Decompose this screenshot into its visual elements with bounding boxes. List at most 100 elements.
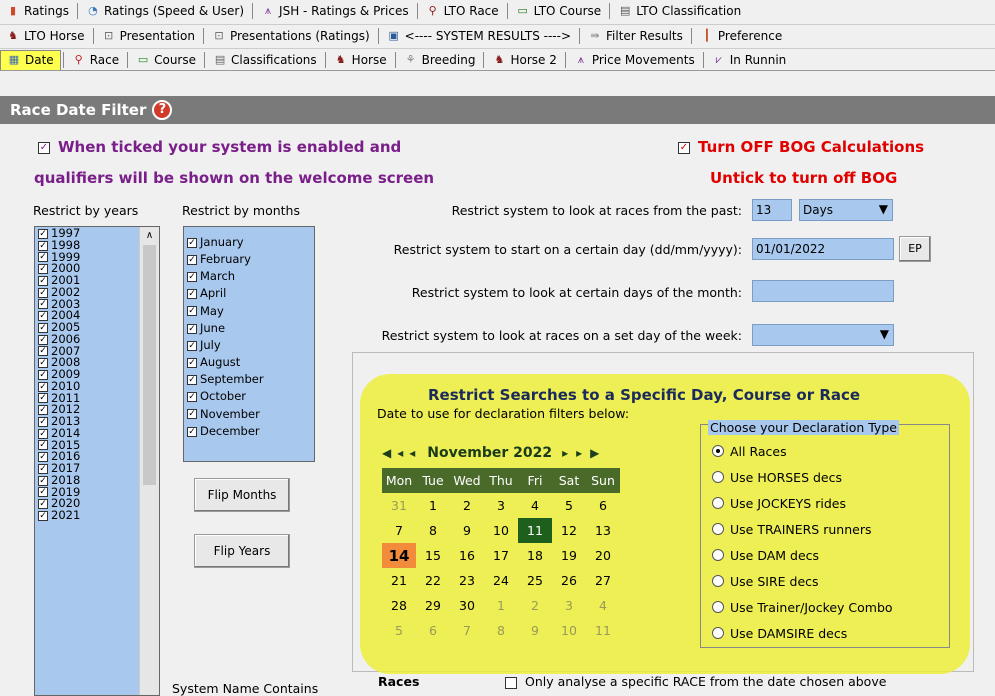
prev-week-icon[interactable]: ◂ <box>409 446 415 460</box>
year-check[interactable]: ✓ <box>38 428 48 439</box>
years-scrollbar[interactable]: ∧ <box>139 227 159 695</box>
help-icon[interactable]: ? <box>152 100 173 120</box>
chevron-down-icon[interactable]: ▼ <box>880 327 889 341</box>
tab-system-results[interactable]: ▣ <---- SYSTEM RESULTS ----> <box>381 26 577 46</box>
tab-presentations-ratings[interactable]: ⊡ Presentations (Ratings) <box>206 26 376 46</box>
decl-option[interactable]: Use Trainer/Jockey Combo <box>712 594 893 620</box>
month-item[interactable]: ✓ January <box>184 234 314 251</box>
calendar-day[interactable]: 9 <box>450 518 484 543</box>
year-check[interactable]: ✓ <box>38 440 48 451</box>
calendar-day[interactable]: 26 <box>552 568 586 593</box>
year-check[interactable]: ✓ <box>38 452 48 463</box>
flip-years-button[interactable]: Flip Years <box>194 534 290 568</box>
calendar-day[interactable]: 23 <box>450 568 484 593</box>
calendar-day[interactable]: 14 <box>382 543 416 568</box>
system-enabled-check[interactable]: ✓ <box>38 141 50 154</box>
decl-option[interactable]: Use DAMSIRE decs <box>712 620 893 646</box>
calendar-day[interactable]: 3 <box>484 493 518 518</box>
calendar-day[interactable]: 3 <box>552 593 586 618</box>
year-check[interactable]: ✓ <box>38 369 48 380</box>
next-month-icon[interactable]: ▸ <box>576 446 582 460</box>
scroll-thumb[interactable] <box>143 245 156 485</box>
tab-price-movements[interactable]: ⩚ Price Movements <box>568 50 701 70</box>
bog-checkbox[interactable]: ✓ Turn OFF BOG Calculations <box>678 138 924 156</box>
month-check[interactable]: ✓ <box>187 237 197 248</box>
calendar-day[interactable]: 4 <box>586 593 620 618</box>
month-item[interactable]: ✓ July <box>184 337 314 354</box>
radio-button[interactable] <box>712 497 724 509</box>
calendar-day[interactable]: 1 <box>484 593 518 618</box>
radio-button[interactable] <box>712 523 724 535</box>
year-check[interactable]: ✓ <box>38 334 48 345</box>
radio-button[interactable] <box>712 471 724 483</box>
past-days-input[interactable]: 13 <box>752 199 792 221</box>
calendar-day[interactable]: 8 <box>416 518 450 543</box>
month-check[interactable]: ✓ <box>187 375 197 386</box>
calendar-day[interactable]: 7 <box>382 518 416 543</box>
month-check[interactable]: ✓ <box>187 323 197 334</box>
year-check[interactable]: ✓ <box>38 228 48 239</box>
tab-lto-classification[interactable]: ▤ LTO Classification <box>612 1 747 21</box>
tab-jsh-ratings-prices[interactable]: ⩚ JSH - Ratings & Prices <box>255 1 415 21</box>
only-race-checkbox[interactable]: Only analyse a specific RACE from the da… <box>505 674 886 689</box>
month-check[interactable]: ✓ <box>187 340 197 351</box>
year-check[interactable]: ✓ <box>38 510 48 521</box>
past-unit-select[interactable]: Days ▼ <box>799 199 893 221</box>
scroll-up-icon[interactable]: ∧ <box>140 230 159 241</box>
calendar-day[interactable]: 11 <box>518 518 552 543</box>
decl-option[interactable]: Use JOCKEYS rides <box>712 490 893 516</box>
decl-option[interactable]: Use TRAINERS runners <box>712 516 893 542</box>
calendar-day[interactable]: 28 <box>382 593 416 618</box>
year-check[interactable]: ✓ <box>38 358 48 369</box>
decl-option[interactable]: Use DAM decs <box>712 542 893 568</box>
calendar-day[interactable]: 27 <box>586 568 620 593</box>
decl-option[interactable]: All Races <box>712 438 893 464</box>
year-check[interactable]: ✓ <box>38 322 48 333</box>
month-item[interactable]: ✓ September <box>184 372 314 389</box>
flip-months-button[interactable]: Flip Months <box>194 478 290 512</box>
calendar-day[interactable]: 5 <box>382 618 416 643</box>
days-of-month-input[interactable] <box>752 280 894 302</box>
chevron-down-icon[interactable]: ▼ <box>879 202 888 216</box>
month-item[interactable]: ✓ June <box>184 320 314 337</box>
month-item[interactable]: ✓ October <box>184 389 314 406</box>
year-check[interactable]: ✓ <box>38 475 48 486</box>
year-check[interactable]: ✓ <box>38 487 48 498</box>
day-of-week-select[interactable]: ▼ <box>752 324 894 346</box>
radio-button[interactable] <box>712 601 724 613</box>
tab-lto-horse[interactable]: ♞ LTO Horse <box>0 26 91 46</box>
tab-ratings-speed-user[interactable]: ◔ Ratings (Speed & User) <box>80 1 250 21</box>
year-check[interactable]: ✓ <box>38 499 48 510</box>
start-day-input[interactable]: 01/01/2022 <box>752 238 894 260</box>
calendar-day[interactable]: 15 <box>416 543 450 568</box>
tab-in-runnin[interactable]: ⩗ In Runnin <box>706 50 793 70</box>
tab-classifications[interactable]: ▤ Classifications <box>207 50 323 70</box>
month-check[interactable]: ✓ <box>187 289 197 300</box>
calendar-day[interactable]: 6 <box>416 618 450 643</box>
calendar-day[interactable]: 2 <box>518 593 552 618</box>
calendar-day[interactable]: 22 <box>416 568 450 593</box>
tab-filter-results[interactable]: ⇛ Filter Results <box>582 26 689 46</box>
decl-option[interactable]: Use HORSES decs <box>712 464 893 490</box>
year-check[interactable]: ✓ <box>38 463 48 474</box>
tab-date[interactable]: ▦ Date <box>0 49 61 70</box>
calendar-day[interactable]: 5 <box>552 493 586 518</box>
calendar-day[interactable]: 18 <box>518 543 552 568</box>
month-item[interactable]: ✓ November <box>184 406 314 423</box>
month-item[interactable]: ✓ May <box>184 303 314 320</box>
tab-preference[interactable]: ┃ Preference <box>694 26 788 46</box>
ep-button[interactable]: EP <box>899 236 931 262</box>
prev-month-icon[interactable]: ◂ <box>397 446 403 460</box>
system-enabled-checkbox[interactable]: ✓ When ticked your system is enabled and <box>38 138 401 156</box>
calendar-day[interactable]: 10 <box>484 518 518 543</box>
calendar-day[interactable]: 8 <box>484 618 518 643</box>
month-check[interactable]: ✓ <box>187 306 197 317</box>
month-check[interactable]: ✓ <box>187 426 197 437</box>
prev-year-icon[interactable]: ◀ <box>382 446 391 460</box>
month-item[interactable]: ✓ August <box>184 354 314 371</box>
radio-button[interactable] <box>712 445 724 457</box>
calendar-day[interactable]: 19 <box>552 543 586 568</box>
calendar-day[interactable]: 10 <box>552 618 586 643</box>
tab-ratings[interactable]: ▮ Ratings <box>0 1 75 21</box>
tab-breeding[interactable]: ⚘ Breeding <box>398 50 482 70</box>
